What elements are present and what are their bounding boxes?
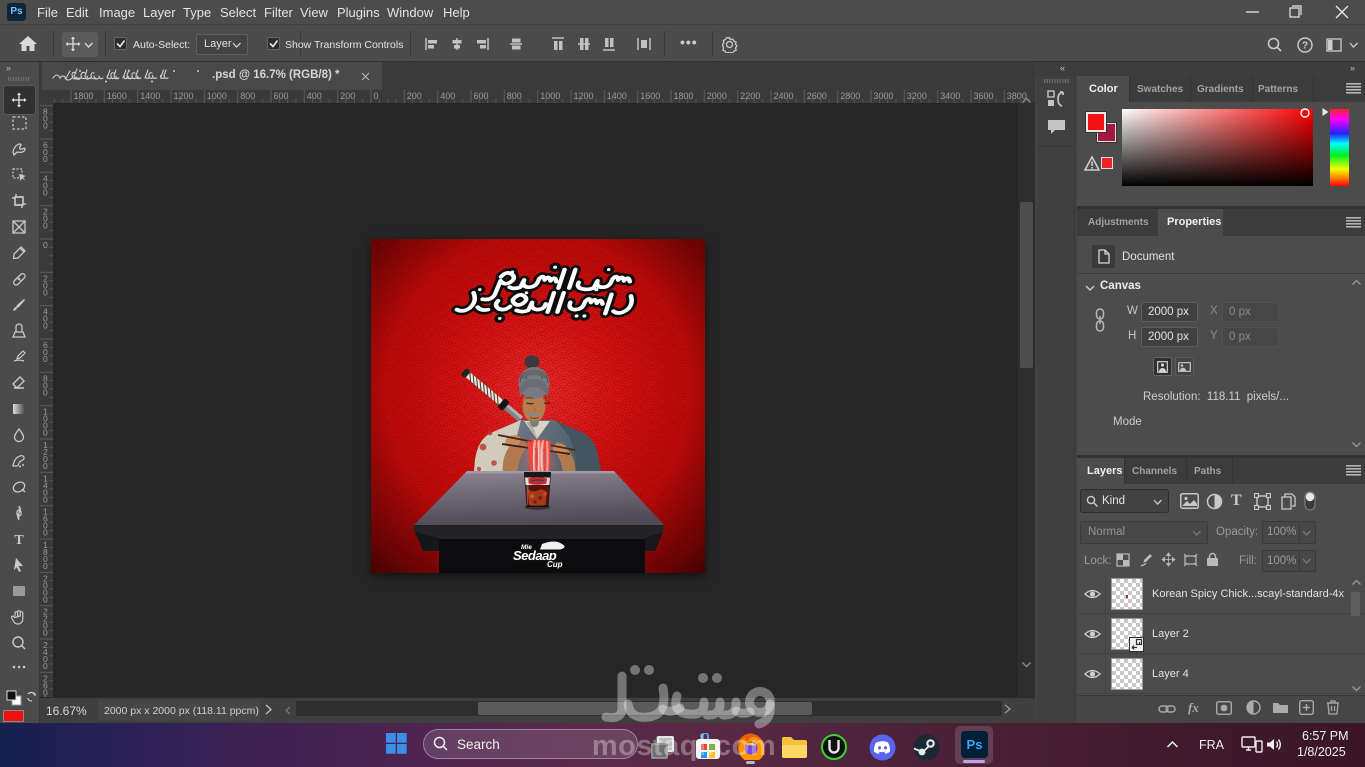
svg-text:0: 0 (43, 594, 48, 604)
svg-text:1200: 1200 (574, 91, 594, 101)
svg-text:0: 0 (43, 121, 48, 131)
svg-text:?: ? (1302, 41, 1308, 52)
svg-text:2200: 2200 (740, 91, 760, 101)
svg-text:3000: 3000 (874, 91, 894, 101)
svg-text:3200: 3200 (907, 91, 927, 101)
svg-text:Cup: Cup (547, 560, 563, 569)
svg-text:1200: 1200 (174, 91, 194, 101)
svg-text:800: 800 (507, 91, 522, 101)
svg-text:0: 0 (43, 461, 48, 471)
svg-text:0: 0 (43, 561, 48, 571)
svg-text:2600: 2600 (807, 91, 827, 101)
svg-text:200: 200 (407, 91, 422, 101)
svg-text:0: 0 (43, 661, 48, 671)
svg-text:0: 0 (43, 387, 48, 397)
svg-text:1800: 1800 (74, 91, 94, 101)
svg-text:0: 0 (43, 287, 48, 297)
svg-text:2800: 2800 (840, 91, 860, 101)
svg-text:0: 0 (43, 154, 48, 164)
svg-text:0: 0 (43, 494, 48, 504)
svg-text:0: 0 (43, 321, 48, 331)
svg-text:600: 600 (274, 91, 289, 101)
svg-text:0: 0 (43, 528, 48, 538)
svg-text:0: 0 (43, 221, 48, 231)
svg-text:3600: 3600 (974, 91, 994, 101)
svg-text:1000: 1000 (540, 91, 560, 101)
svg-text:1400: 1400 (140, 91, 160, 101)
svg-text:400: 400 (440, 91, 455, 101)
svg-text:1800: 1800 (674, 91, 694, 101)
svg-text:2000: 2000 (707, 91, 727, 101)
svg-text:800: 800 (240, 91, 255, 101)
svg-text:1000: 1000 (207, 91, 227, 101)
svg-text:0: 0 (43, 240, 48, 250)
svg-text:600: 600 (474, 91, 489, 101)
svg-text:0: 0 (374, 91, 379, 101)
svg-text:0: 0 (43, 428, 48, 438)
svg-text:400: 400 (307, 91, 322, 101)
svg-text:0: 0 (43, 354, 48, 364)
svg-text:0: 0 (43, 187, 48, 197)
svg-text:1600: 1600 (107, 91, 127, 101)
svg-text:1600: 1600 (640, 91, 660, 101)
svg-text:3400: 3400 (940, 91, 960, 101)
svg-text:200: 200 (340, 91, 355, 101)
svg-text:1400: 1400 (607, 91, 627, 101)
svg-text:T: T (14, 533, 24, 547)
svg-text:0: 0 (43, 628, 48, 638)
svg-text:2400: 2400 (774, 91, 794, 101)
